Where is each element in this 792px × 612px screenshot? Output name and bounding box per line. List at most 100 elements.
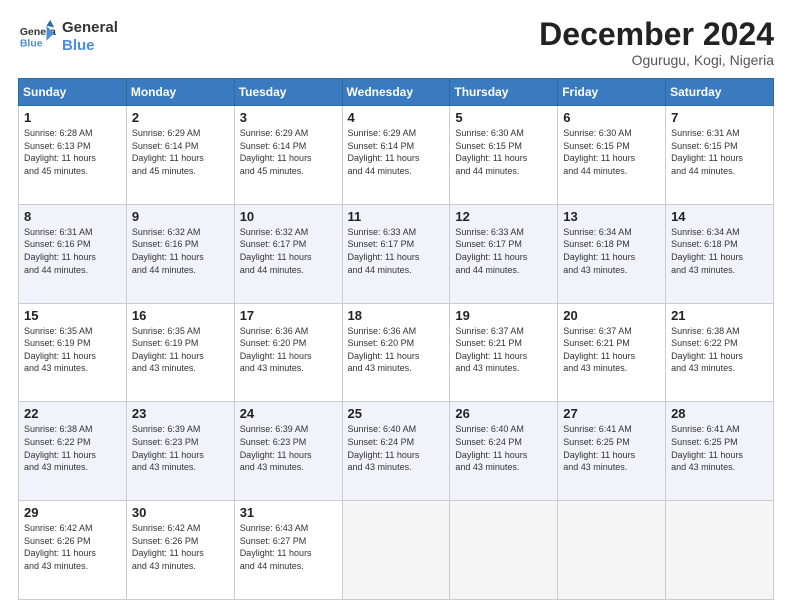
day-info: Sunrise: 6:36 AM Sunset: 6:20 PM Dayligh… [348,325,445,375]
table-row: 29Sunrise: 6:42 AM Sunset: 6:26 PM Dayli… [19,501,127,600]
day-info: Sunrise: 6:42 AM Sunset: 6:26 PM Dayligh… [132,522,229,572]
day-number: 13 [563,209,660,224]
table-row: 19 Sunrise: 6:37 AM Sunset: 6:21 PM Dayli… [450,303,558,402]
day-number: 4 [348,110,445,125]
table-row: 7 Sunrise: 6:31 AM Sunset: 6:15 PM Daylig… [666,106,774,205]
day-number: 9 [132,209,229,224]
day-number: 19 [455,308,552,323]
table-row: 10 Sunrise: 6:32 AM Sunset: 6:17 PM Dayli… [234,204,342,303]
day-number: 3 [240,110,337,125]
logo-icon: General Blue [18,18,56,56]
day-info: Sunrise: 6:38 AM Sunset: 6:22 PM Dayligh… [671,325,768,375]
table-row: 14Sunrise: 6:34 AM Sunset: 6:18 PM Dayli… [666,204,774,303]
day-info: Sunrise: 6:37 AM Sunset: 6:21 PM Dayligh… [455,325,552,375]
day-number: 17 [240,308,337,323]
title-area: December 2024 Ogurugu, Kogi, Nigeria [539,18,774,68]
table-row: 31 Sunrise: 6:43 AM Sunset: 6:27 PM Dayli… [234,501,342,600]
calendar: Sunday Monday Tuesday Wednesday Thursday… [18,78,774,600]
day-info: Sunrise: 6:42 AM Sunset: 6:26 PM Dayligh… [24,522,121,572]
day-number: 10 [240,209,337,224]
day-number: 20 [563,308,660,323]
day-info: Sunrise: 6:29 AM Sunset: 6:14 PM Dayligh… [240,127,337,177]
table-row: 6Sunrise: 6:30 AM Sunset: 6:15 PM Daylig… [558,106,666,205]
day-info: Sunrise: 6:33 AM Sunset: 6:17 PM Dayligh… [348,226,445,276]
day-number: 31 [240,505,337,520]
day-number: 23 [132,406,229,421]
table-row: 13Sunrise: 6:34 AM Sunset: 6:18 PM Dayli… [558,204,666,303]
logo-text: General [62,19,118,37]
day-info: Sunrise: 6:40 AM Sunset: 6:24 PM Dayligh… [348,423,445,473]
day-info: Sunrise: 6:35 AM Sunset: 6:19 PM Dayligh… [132,325,229,375]
day-number: 1 [24,110,121,125]
header: General Blue General Blue December 2024 … [18,18,774,68]
day-info: Sunrise: 6:29 AM Sunset: 6:14 PM Dayligh… [348,127,445,177]
table-row: 15Sunrise: 6:35 AM Sunset: 6:19 PM Dayli… [19,303,127,402]
day-info: Sunrise: 6:31 AM Sunset: 6:16 PM Dayligh… [24,226,121,276]
day-info: Sunrise: 6:43 AM Sunset: 6:27 PM Dayligh… [240,522,337,572]
day-info: Sunrise: 6:35 AM Sunset: 6:19 PM Dayligh… [24,325,121,375]
page: General Blue General Blue December 2024 … [0,0,792,612]
day-info: Sunrise: 6:39 AM Sunset: 6:23 PM Dayligh… [132,423,229,473]
day-info: Sunrise: 6:37 AM Sunset: 6:21 PM Dayligh… [563,325,660,375]
table-row: 11 Sunrise: 6:33 AM Sunset: 6:17 PM Dayli… [342,204,450,303]
table-row: 17 Sunrise: 6:36 AM Sunset: 6:20 PM Dayli… [234,303,342,402]
table-row: 24Sunrise: 6:39 AM Sunset: 6:23 PM Dayli… [234,402,342,501]
col-thursday: Thursday [450,79,558,106]
table-row: 9 Sunrise: 6:32 AM Sunset: 6:16 PM Daylig… [126,204,234,303]
table-row [666,501,774,600]
col-monday: Monday [126,79,234,106]
table-row: 30Sunrise: 6:42 AM Sunset: 6:26 PM Dayli… [126,501,234,600]
col-friday: Friday [558,79,666,106]
svg-text:Blue: Blue [20,39,43,50]
day-number: 28 [671,406,768,421]
day-info: Sunrise: 6:41 AM Sunset: 6:25 PM Dayligh… [671,423,768,473]
table-row: 20 Sunrise: 6:37 AM Sunset: 6:21 PM Dayli… [558,303,666,402]
table-row: 26Sunrise: 6:40 AM Sunset: 6:24 PM Dayli… [450,402,558,501]
table-row [558,501,666,600]
table-row [342,501,450,600]
day-number: 7 [671,110,768,125]
day-info: Sunrise: 6:29 AM Sunset: 6:14 PM Dayligh… [132,127,229,177]
table-row: 28 Sunrise: 6:41 AM Sunset: 6:25 PM Dayli… [666,402,774,501]
day-info: Sunrise: 6:33 AM Sunset: 6:17 PM Dayligh… [455,226,552,276]
day-info: Sunrise: 6:36 AM Sunset: 6:20 PM Dayligh… [240,325,337,375]
day-info: Sunrise: 6:38 AM Sunset: 6:22 PM Dayligh… [24,423,121,473]
calendar-row-4: 22 Sunrise: 6:38 AM Sunset: 6:22 PM Dayli… [19,402,774,501]
table-row [450,501,558,600]
day-number: 2 [132,110,229,125]
table-row: 4 Sunrise: 6:29 AM Sunset: 6:14 PM Daylig… [342,106,450,205]
day-number: 25 [348,406,445,421]
calendar-row-2: 8 Sunrise: 6:31 AM Sunset: 6:16 PM Daylig… [19,204,774,303]
day-number: 21 [671,308,768,323]
day-info: Sunrise: 6:32 AM Sunset: 6:16 PM Dayligh… [132,226,229,276]
col-saturday: Saturday [666,79,774,106]
table-row: 16Sunrise: 6:35 AM Sunset: 6:19 PM Dayli… [126,303,234,402]
logo-blue: Blue [62,37,118,55]
day-info: Sunrise: 6:32 AM Sunset: 6:17 PM Dayligh… [240,226,337,276]
day-number: 26 [455,406,552,421]
month-title: December 2024 [539,18,774,50]
location: Ogurugu, Kogi, Nigeria [539,52,774,68]
table-row: 27Sunrise: 6:41 AM Sunset: 6:25 PM Dayli… [558,402,666,501]
col-sunday: Sunday [19,79,127,106]
day-number: 8 [24,209,121,224]
col-tuesday: Tuesday [234,79,342,106]
table-row: 2 Sunrise: 6:29 AM Sunset: 6:14 PM Daylig… [126,106,234,205]
day-info: Sunrise: 6:31 AM Sunset: 6:15 PM Dayligh… [671,127,768,177]
table-row: 22 Sunrise: 6:38 AM Sunset: 6:22 PM Dayli… [19,402,127,501]
calendar-row-1: 1 Sunrise: 6:28 AM Sunset: 6:13 PM Daylig… [19,106,774,205]
table-row: 23 Sunrise: 6:39 AM Sunset: 6:23 PM Dayli… [126,402,234,501]
day-info: Sunrise: 6:34 AM Sunset: 6:18 PM Dayligh… [671,226,768,276]
day-number: 11 [348,209,445,224]
day-info: Sunrise: 6:30 AM Sunset: 6:15 PM Dayligh… [455,127,552,177]
day-number: 5 [455,110,552,125]
table-row: 12Sunrise: 6:33 AM Sunset: 6:17 PM Dayli… [450,204,558,303]
table-row: 18Sunrise: 6:36 AM Sunset: 6:20 PM Dayli… [342,303,450,402]
calendar-row-5: 29Sunrise: 6:42 AM Sunset: 6:26 PM Dayli… [19,501,774,600]
day-info: Sunrise: 6:28 AM Sunset: 6:13 PM Dayligh… [24,127,121,177]
table-row: 5 Sunrise: 6:30 AM Sunset: 6:15 PM Daylig… [450,106,558,205]
table-row: 8 Sunrise: 6:31 AM Sunset: 6:16 PM Daylig… [19,204,127,303]
day-number: 24 [240,406,337,421]
day-number: 22 [24,406,121,421]
col-wednesday: Wednesday [342,79,450,106]
